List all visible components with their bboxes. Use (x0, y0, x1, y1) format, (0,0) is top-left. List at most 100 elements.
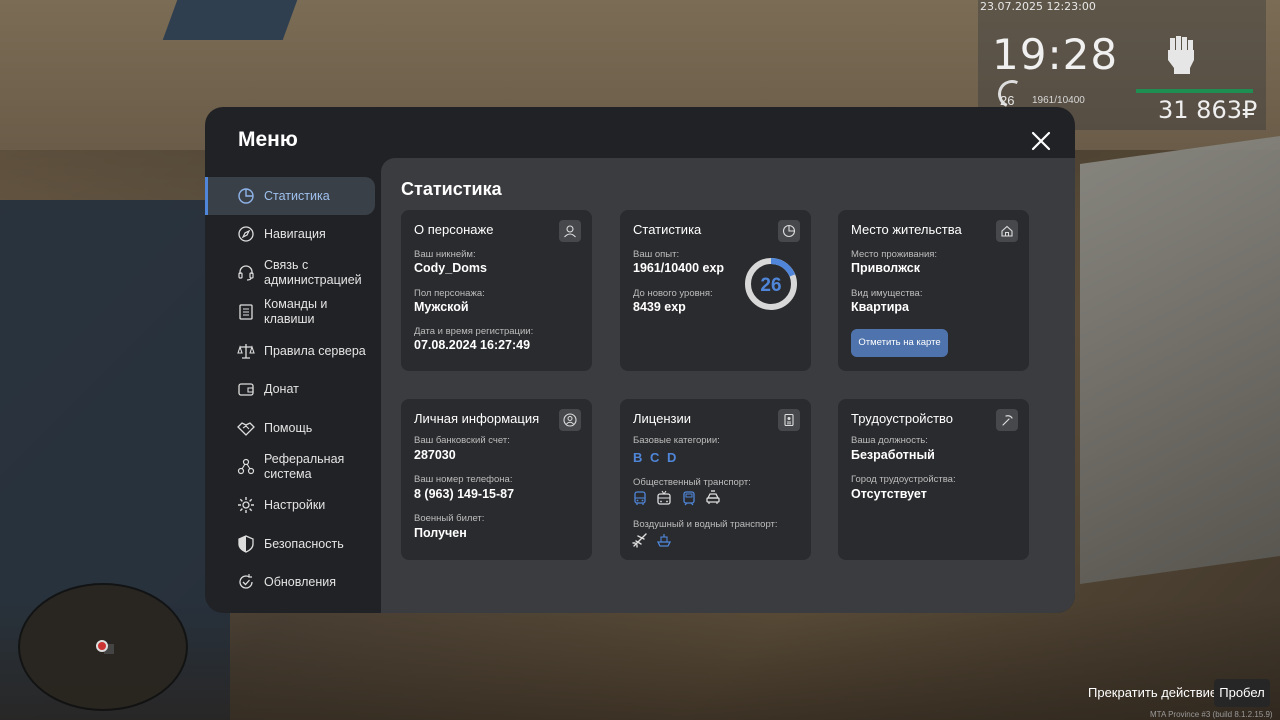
nickname-label: Ваш никнейм: (414, 249, 476, 260)
user-circle-icon (559, 409, 581, 431)
headset-icon (238, 265, 254, 281)
card-title: Лицензии (633, 411, 691, 426)
level-progress-ring: 26 (745, 258, 797, 310)
build-info: MTA Province #3 (build 8.1.2.15.9) (1150, 710, 1273, 719)
sidebar-item-label: Помощь (264, 420, 313, 435)
background-object (162, 0, 298, 40)
player-marker-icon (96, 640, 108, 652)
sidebar-item-label: Связь с администрацией (264, 258, 362, 287)
air-water-transport-label: Воздушный и водный транспорт: (633, 519, 778, 530)
card-stats: Статистика Ваш опыт: 1961/10400 exp До н… (620, 210, 811, 371)
next-level-value: 8439 exp (633, 300, 686, 314)
hud-level: 26 (1000, 93, 1015, 108)
card-title: О персонаже (414, 222, 494, 237)
property-type-label: Вид имущества: (851, 288, 923, 299)
next-level-label: До нового уровня: (633, 288, 713, 299)
close-icon[interactable] (1029, 129, 1053, 153)
sidebar-item-label: Статистика (264, 188, 330, 203)
sidebar-item-referral[interactable]: Реферальная система (205, 448, 375, 486)
boat-icon (656, 534, 672, 547)
tram-icon (683, 491, 695, 506)
sidebar-item-help[interactable]: Помощь (205, 409, 375, 447)
card-title: Статистика (633, 222, 702, 237)
card-character: О персонаже Ваш никнейм: Cody_Doms Пол п… (401, 210, 592, 371)
card-residence: Место жительства Место проживания: Приво… (838, 210, 1029, 371)
mark-on-map-button[interactable]: Отметить на карте (851, 329, 948, 357)
phone-value: 8 (963) 149-15-87 (414, 487, 515, 501)
pie-chart-icon (778, 220, 800, 242)
gear-icon (238, 497, 254, 513)
sidebar-item-label: Донат (264, 381, 299, 396)
hud-date: 23.07.2025 12:23:00 (980, 0, 1096, 13)
pickaxe-icon (996, 409, 1018, 431)
sidebar-item-label: Безопасность (264, 536, 344, 551)
background-floor (0, 600, 1280, 720)
health-bar (1136, 89, 1253, 93)
card-title: Трудоустройство (851, 411, 954, 426)
nickname-value: Cody_Doms (414, 261, 487, 275)
military-label: Военный билет: (414, 513, 485, 524)
sidebar-item-donate[interactable]: Донат (205, 370, 375, 408)
work-city-label: Город трудоустройства: (851, 474, 956, 485)
card-employment: Трудоустройство Ваша должность: Безработ… (838, 399, 1029, 560)
public-transport-label: Общественный транспорт: (633, 477, 751, 488)
handshake-icon (237, 422, 255, 436)
card-personal: Личная информация Ваш банковский счет: 2… (401, 399, 592, 560)
exp-value: 1961/10400 exp (633, 261, 725, 275)
place-label: Место проживания: (851, 249, 938, 260)
sidebar-item-security[interactable]: Безопасность (205, 525, 375, 563)
registration-value: 07.08.2024 16:27:49 (414, 338, 531, 352)
sidebar-item-label: Обновления (264, 574, 336, 589)
sidebar-item-label: Настройки (264, 497, 326, 512)
card-title: Личная информация (414, 411, 540, 426)
house-icon (996, 220, 1018, 242)
menu-window: Меню Статистика Навигация Связь с админи… (205, 107, 1075, 613)
card-licenses: Лицензии Базовые категории: B C D Общест… (620, 399, 811, 560)
gender-value: Мужской (414, 300, 469, 314)
trolleybus-icon (657, 490, 671, 505)
scales-icon (237, 344, 255, 359)
id-card-icon (778, 409, 800, 431)
base-categories-label: Базовые категории: (633, 435, 720, 446)
position-value: Безработный (851, 448, 935, 462)
sidebar-item-label: Реферальная система (264, 452, 345, 481)
network-icon (237, 458, 255, 475)
registration-label: Дата и время регистрации: (414, 326, 534, 337)
sidebar-item-rules[interactable]: Правила сервера (205, 332, 375, 370)
menu-title: Меню (238, 128, 298, 151)
level-value: 26 (760, 275, 781, 296)
hud-exp: 1961/10400 (1032, 95, 1085, 106)
sidebar-item-settings[interactable]: Настройки (205, 486, 375, 524)
content-panel: Статистика О персонаже Ваш никнейм: Cody… (381, 158, 1075, 613)
background-object (1080, 135, 1280, 585)
license-category: C (650, 450, 660, 465)
sidebar-item-label: Правила сервера (264, 343, 366, 358)
refresh-check-icon (239, 574, 253, 589)
sidebar-item-commands[interactable]: Команды и клавиши (205, 293, 375, 331)
sidebar-item-admin[interactable]: Связь с администрацией (205, 254, 375, 292)
action-prompt: Прекратить действие (1088, 685, 1218, 700)
hud-money: 31 863₽ (1158, 96, 1258, 124)
sidebar-item-label: Команды и клавиши (264, 297, 328, 326)
sidebar-item-statistics[interactable]: Статистика (205, 177, 375, 215)
license-category: D (667, 450, 677, 465)
card-title: Место жительства (851, 222, 962, 237)
shield-icon (238, 535, 254, 553)
pie-chart-icon (238, 188, 254, 204)
action-key[interactable]: Пробел (1214, 679, 1270, 707)
user-icon (559, 220, 581, 242)
compass-icon (238, 226, 254, 242)
fist-icon (1168, 36, 1194, 74)
sidebar-item-navigation[interactable]: Навигация (205, 215, 375, 253)
bank-value: 287030 (414, 448, 456, 462)
work-city-value: Отсутствует (851, 487, 927, 501)
position-label: Ваша должность: (851, 435, 928, 446)
phone-label: Ваш номер телефона: (414, 474, 513, 485)
military-value: Получен (414, 526, 467, 540)
property-type-value: Квартира (851, 300, 909, 314)
bank-label: Ваш банковский счет: (414, 435, 510, 446)
place-value: Приволжск (851, 261, 920, 275)
sidebar-item-label: Навигация (264, 226, 326, 241)
sidebar-item-updates[interactable]: Обновления (205, 563, 375, 601)
taxi-icon (706, 490, 720, 504)
